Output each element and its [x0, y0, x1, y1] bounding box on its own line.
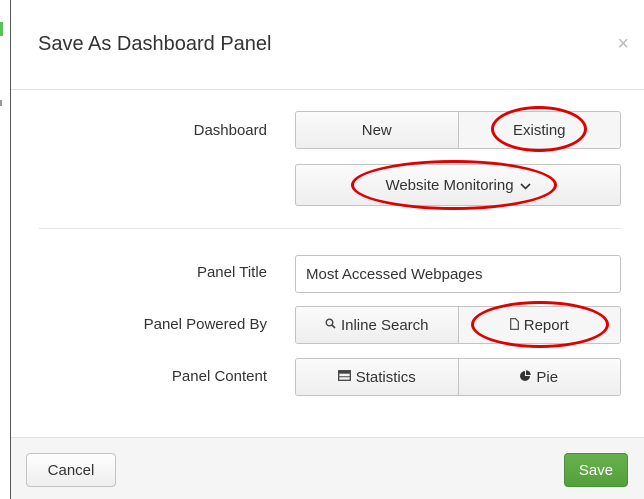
- dashboard-label: Dashboard: [193, 122, 267, 139]
- dashboard-select[interactable]: Website Monitoring: [295, 164, 621, 206]
- report-label: Report: [523, 316, 569, 334]
- pie-label: Pie: [536, 368, 559, 386]
- panel-powered-by-toggle: Inline Search Report: [295, 306, 621, 344]
- document-icon: [509, 317, 519, 333]
- inline-search-button[interactable]: Inline Search: [296, 307, 458, 343]
- background-mark: [0, 100, 2, 106]
- dialog-header: Save As Dashboard Panel ×: [11, 0, 644, 90]
- close-icon[interactable]: ×: [617, 34, 629, 54]
- pie-chart-icon: [520, 370, 532, 384]
- panel-title-input[interactable]: [295, 255, 621, 293]
- pie-button[interactable]: Pie: [457, 359, 620, 395]
- save-dashboard-panel-dialog: Save As Dashboard Panel × Dashboard New …: [10, 0, 644, 499]
- dashboard-select-value: Website Monitoring: [385, 176, 514, 194]
- statistics-label: Statistics: [355, 368, 416, 386]
- panel-content-toggle: Statistics Pie: [295, 358, 621, 396]
- statistics-button[interactable]: Statistics: [296, 359, 458, 395]
- dashboard-toggle: New Existing: [295, 111, 621, 149]
- panel-content-label: Panel Content: [171, 368, 267, 385]
- dashboard-existing-button[interactable]: Existing: [457, 112, 620, 148]
- search-icon: [325, 318, 336, 332]
- dialog-footer: Cancel Save: [11, 437, 644, 499]
- panel-powered-by-label: Panel Powered By: [143, 316, 267, 333]
- background-accent: [0, 22, 3, 36]
- panel-title-label: Panel Title: [196, 264, 267, 281]
- chevron-down-icon: [519, 181, 531, 193]
- dialog-title: Save As Dashboard Panel: [38, 33, 272, 55]
- cancel-button[interactable]: Cancel: [26, 453, 116, 487]
- background-page-edge: [0, 0, 10, 499]
- table-icon: [337, 370, 351, 384]
- inline-search-label: Inline Search: [340, 316, 429, 334]
- report-button[interactable]: Report: [457, 307, 620, 343]
- save-button[interactable]: Save: [564, 453, 628, 487]
- dashboard-new-button[interactable]: New: [296, 112, 458, 148]
- section-divider: [39, 228, 621, 229]
